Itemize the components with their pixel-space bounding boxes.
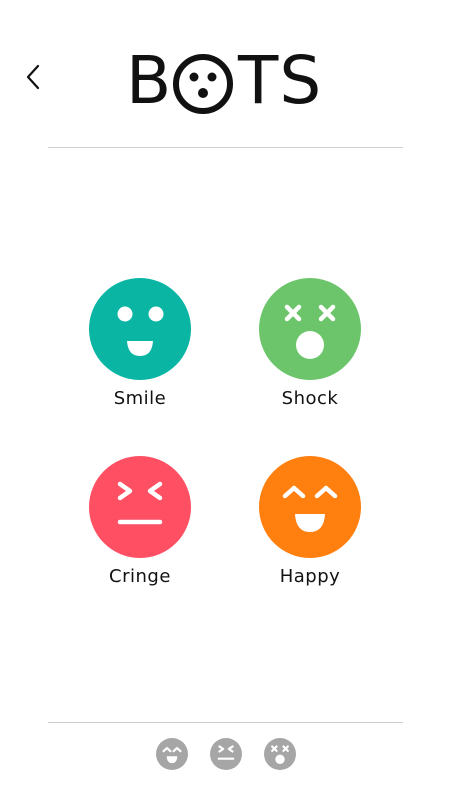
app-logo: B TS: [126, 48, 326, 114]
logo-letter-b: B: [126, 42, 173, 119]
logo-letters-ts: TS: [238, 42, 323, 119]
bot-shock[interactable]: Shock: [240, 278, 380, 409]
bot-happy[interactable]: Happy: [240, 456, 380, 587]
chevron-left-icon: [26, 64, 40, 90]
shock-face-icon: [259, 278, 361, 380]
nav-happy-face-icon[interactable]: [155, 738, 188, 770]
logo-face-o-icon: [173, 54, 233, 114]
bot-happy-label: Happy: [279, 566, 341, 587]
smile-face-icon: [89, 278, 191, 380]
bot-smile[interactable]: Smile: [70, 278, 210, 409]
happy-face-icon: [259, 456, 361, 558]
bot-cringe-label: Cringe: [109, 566, 171, 587]
header-divider: [48, 147, 403, 148]
bot-cringe[interactable]: Cringe: [70, 456, 210, 587]
nav-shock-face-icon[interactable]: [263, 738, 296, 770]
back-button[interactable]: [18, 60, 48, 94]
bot-shock-label: Shock: [281, 388, 339, 409]
cringe-face-icon: [89, 456, 191, 558]
bottom-nav: [0, 738, 451, 770]
footer-divider: [48, 722, 403, 723]
nav-cringe-face-icon[interactable]: [209, 738, 242, 770]
bot-smile-label: Smile: [113, 388, 167, 409]
